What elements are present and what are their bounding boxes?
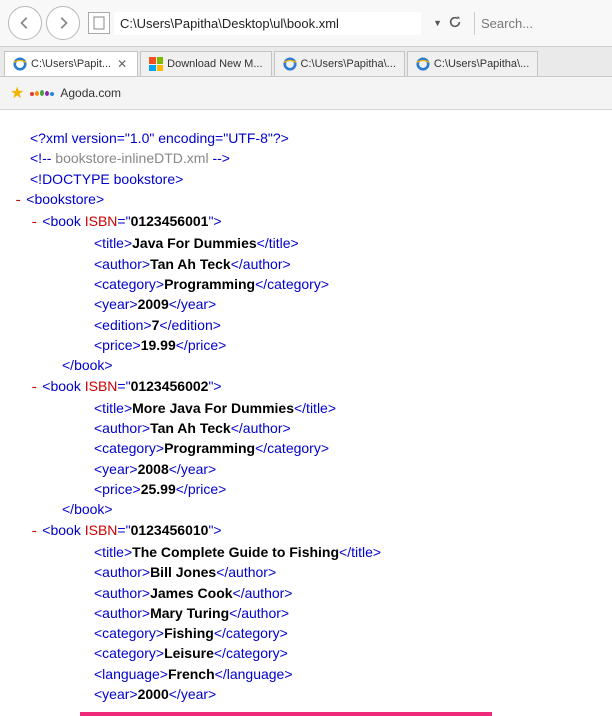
xml-line: <category>Fishing</category> [14, 623, 598, 643]
xml-line: <title>Java For Dummies</title> [14, 233, 598, 253]
xml-line: - <book ISBN="0123456002"> [14, 376, 598, 398]
collapse-toggle[interactable]: - [30, 380, 38, 396]
xml-line: <author>Tan Ah Teck</author> [14, 418, 598, 438]
ie-icon [283, 57, 297, 71]
xml-line: <!DOCTYPE bookstore> [14, 169, 598, 189]
refresh-area: ▼ [425, 15, 470, 32]
tab-strip: C:\Users\Papit... ✕ Download New M... C:\Us… [0, 47, 612, 77]
xml-line: <category>Programming</category> [14, 274, 598, 294]
xml-line: <category>Programming</category> [14, 438, 598, 458]
ie-icon [416, 57, 430, 71]
arrow-right-icon [56, 16, 70, 30]
xml-content: <?xml version="1.0" encoding="UTF-8"?><!… [0, 110, 612, 712]
favorite-link-agoda[interactable]: Agoda.com [60, 86, 121, 100]
agoda-icon [30, 90, 54, 96]
bottom-strip [80, 712, 492, 716]
xml-line: <year>2000</year> [14, 684, 598, 704]
arrow-left-icon [18, 16, 32, 30]
xml-line: <!-- bookstore-inlineDTD.xml --> [14, 148, 598, 168]
xml-line: <edition>7</edition> [14, 315, 598, 335]
xml-line: - <book ISBN="0123456001"> [14, 211, 598, 233]
xml-line: - <bookstore> [14, 189, 598, 211]
tab-label: C:\Users\Papit... [31, 58, 111, 70]
favorites-bar: ★ Agoda.com [0, 77, 612, 110]
xml-line: </book> [14, 499, 598, 519]
xml-line: <year>2009</year> [14, 294, 598, 314]
forward-button[interactable] [46, 6, 80, 40]
xml-line: <category>Leisure</category> [14, 643, 598, 663]
collapse-toggle[interactable]: - [14, 193, 22, 209]
tab-2[interactable]: C:\Users\Papitha\... [274, 51, 405, 76]
xml-line: <price>19.99</price> [14, 335, 598, 355]
page-icon [88, 12, 110, 34]
xml-line: <author>Tan Ah Teck</author> [14, 254, 598, 274]
xml-line: <author>Mary Turing</author> [14, 603, 598, 623]
xml-line: <author>James Cook</author> [14, 583, 598, 603]
tab-label: C:\Users\Papitha\... [301, 58, 396, 70]
ie-icon [13, 57, 27, 71]
xml-line: <year>2008</year> [14, 459, 598, 479]
refresh-button[interactable] [448, 15, 462, 32]
close-icon[interactable]: ✕ [115, 57, 129, 71]
favorites-star-icon[interactable]: ★ [10, 83, 24, 103]
dropdown-icon[interactable]: ▼ [433, 18, 442, 28]
browser-toolbar: C:\Users\Papitha\Desktop\ul\book.xml ▼ S… [0, 0, 612, 47]
xml-line: <title>More Java For Dummies</title> [14, 398, 598, 418]
tab-0[interactable]: C:\Users\Papit... ✕ [4, 51, 138, 76]
xml-line: <language>French</language> [14, 664, 598, 684]
tab-1[interactable]: Download New M... [140, 51, 271, 76]
file-icon [93, 16, 105, 30]
tab-3[interactable]: C:\Users\Papitha\... [407, 51, 538, 76]
address-bar[interactable]: C:\Users\Papitha\Desktop\ul\book.xml [114, 12, 421, 35]
xml-line: <?xml version="1.0" encoding="UTF-8"?> [14, 128, 598, 148]
microsoft-icon [149, 57, 163, 71]
xml-line: <author>Bill Jones</author> [14, 562, 598, 582]
search-input[interactable]: Search... [474, 12, 604, 35]
refresh-icon [448, 15, 462, 29]
xml-line: </book> [14, 355, 598, 375]
tab-label: Download New M... [167, 58, 262, 70]
tab-label: C:\Users\Papitha\... [434, 58, 529, 70]
back-button[interactable] [8, 6, 42, 40]
xml-line: <price>25.99</price> [14, 479, 598, 499]
collapse-toggle[interactable]: - [30, 524, 38, 540]
xml-line: <title>The Complete Guide to Fishing</ti… [14, 542, 598, 562]
collapse-toggle[interactable]: - [30, 215, 38, 231]
xml-line: - <book ISBN="0123456010"> [14, 520, 598, 542]
